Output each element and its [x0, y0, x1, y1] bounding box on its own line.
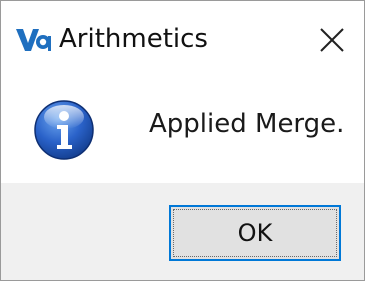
close-icon[interactable] [311, 19, 353, 61]
app-logo-icon [15, 27, 51, 53]
info-icon [33, 99, 95, 161]
ok-button-label: OK [237, 219, 273, 247]
window-title: Arithmetics [59, 24, 208, 54]
message-dialog: Arithmetics Applied Merge. OK [0, 0, 365, 281]
ok-button[interactable]: OK [169, 205, 341, 261]
message-text: Applied Merge. [149, 109, 345, 139]
dialog-footer: OK [1, 183, 364, 280]
title-bar: Arithmetics [1, 1, 364, 79]
dialog-content: Applied Merge. [1, 79, 364, 183]
